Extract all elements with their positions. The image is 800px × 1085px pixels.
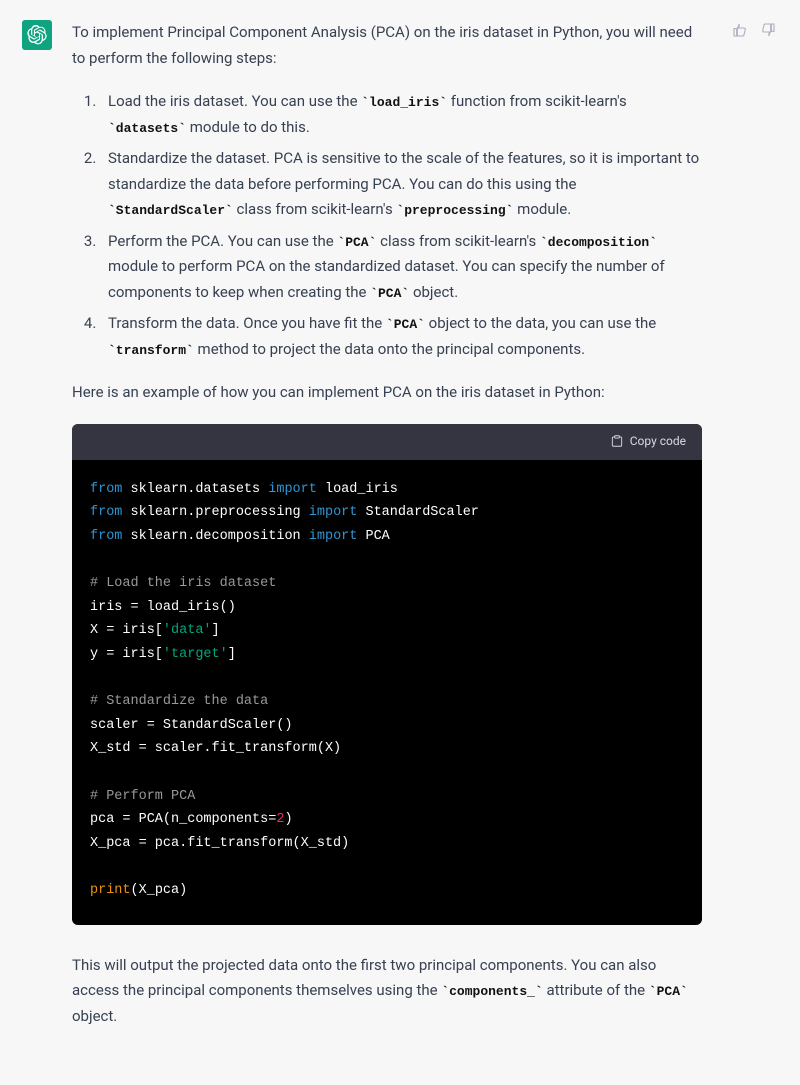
inline-code: `PCA`: [649, 984, 688, 999]
feedback-buttons: [730, 20, 778, 1047]
inline-code: `PCA`: [337, 235, 376, 250]
copy-code-label: Copy code: [630, 431, 686, 451]
steps-list: Load the iris dataset. You can use the `…: [72, 89, 702, 362]
assistant-message: To implement Principal Component Analysi…: [0, 0, 800, 1073]
example-intro: Here is an example of how you can implem…: [72, 380, 702, 406]
intro-paragraph: To implement Principal Component Analysi…: [72, 20, 702, 71]
code-block: Copy code from sklearn.datasets import l…: [72, 424, 702, 925]
inline-code: `load_iris`: [361, 95, 447, 110]
thumbs-up-button[interactable]: [730, 20, 750, 40]
step-item-1: Load the iris dataset. You can use the `…: [100, 89, 702, 140]
step-item-4: Transform the data. Once you have fit th…: [100, 311, 702, 362]
code-header: Copy code: [72, 424, 702, 460]
inline-code: `preprocessing`: [396, 203, 513, 218]
inline-code: `datasets`: [108, 121, 186, 136]
code-content: from sklearn.datasets import load_iris f…: [72, 460, 702, 925]
copy-code-button[interactable]: Copy code: [610, 431, 686, 451]
message-content: To implement Principal Component Analysi…: [72, 20, 702, 1047]
thumbs-down-button[interactable]: [758, 20, 778, 40]
thumbs-down-icon: [760, 22, 776, 38]
step-item-2: Standardize the dataset. PCA is sensitiv…: [100, 146, 702, 223]
inline-code: `PCA`: [386, 317, 425, 332]
inline-code: `transform`: [108, 343, 194, 358]
step-item-3: Perform the PCA. You can use the `PCA` c…: [100, 229, 702, 306]
thumbs-up-icon: [732, 22, 748, 38]
inline-code: `components_`: [441, 984, 542, 999]
inline-code: `PCA`: [370, 286, 409, 301]
assistant-avatar: [22, 20, 52, 50]
inline-code: `decomposition`: [540, 235, 657, 250]
inline-code: `StandardScaler`: [108, 203, 233, 218]
clipboard-icon: [610, 434, 624, 448]
openai-logo-icon: [27, 25, 47, 45]
outro-paragraph: This will output the projected data onto…: [72, 953, 702, 1030]
